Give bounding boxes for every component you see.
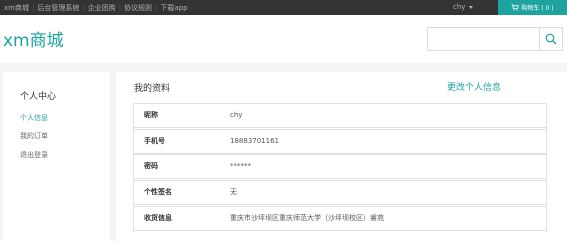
search-button[interactable]	[540, 27, 563, 51]
profile-row-phone	[133, 129, 547, 154]
profile-row-signature	[133, 180, 547, 205]
top-link-admin[interactable]: 后台管理系统	[37, 3, 79, 13]
sidebar-item-orders[interactable]: 我的订单	[20, 131, 48, 141]
divider: |	[82, 3, 85, 12]
cart-icon	[511, 4, 520, 11]
search-input[interactable]	[427, 27, 540, 51]
field-label: 手机号	[144, 137, 165, 145]
field-value: 18883701161	[230, 137, 279, 145]
top-link-rules[interactable]: 协议规则	[124, 3, 152, 13]
top-link-download-app[interactable]: 下载app	[160, 3, 187, 13]
cart-button[interactable]: 购物车 ( 0 )	[498, 0, 567, 15]
profile-row-password	[133, 154, 547, 179]
field-label: 密码	[144, 162, 158, 170]
field-label: 个性签名	[144, 188, 172, 196]
field-value: 重庆市沙坪坝区重庆师范大学（沙坪坝校区）睿苑	[230, 214, 384, 222]
edit-profile-link[interactable]: 更改个人信息	[447, 80, 501, 93]
divider: |	[31, 3, 35, 12]
field-value: 无	[230, 188, 237, 196]
divider: |	[155, 3, 158, 12]
sidebar-title: 个人中心	[20, 92, 57, 102]
field-label: 昵称	[144, 111, 158, 119]
profile-row-nickname	[133, 103, 547, 128]
cart-label: 购物车 ( 0 )	[521, 5, 554, 12]
top-link-group-buy[interactable]: 企业团购	[88, 3, 116, 13]
top-nav: xm商城 | 后台管理系统 | 企业团购 | 协议规则 | 下载app	[4, 0, 188, 15]
page-title: 我的资料	[134, 84, 171, 94]
field-value: ******	[230, 162, 251, 170]
top-link-home[interactable]: xm商城	[4, 3, 29, 13]
user-menu[interactable]: chy	[453, 0, 474, 15]
site-logo[interactable]: xm商城	[3, 31, 64, 51]
sidebar-item-profile[interactable]: 个人信息	[20, 113, 48, 123]
chevron-down-icon	[469, 5, 474, 9]
divider: |	[118, 3, 122, 12]
field-value: chy	[230, 111, 243, 119]
search-icon	[545, 33, 557, 45]
sidebar-item-logout[interactable]: 退出登录	[20, 150, 48, 160]
username: chy	[453, 3, 466, 11]
field-label: 收货信息	[144, 214, 172, 222]
